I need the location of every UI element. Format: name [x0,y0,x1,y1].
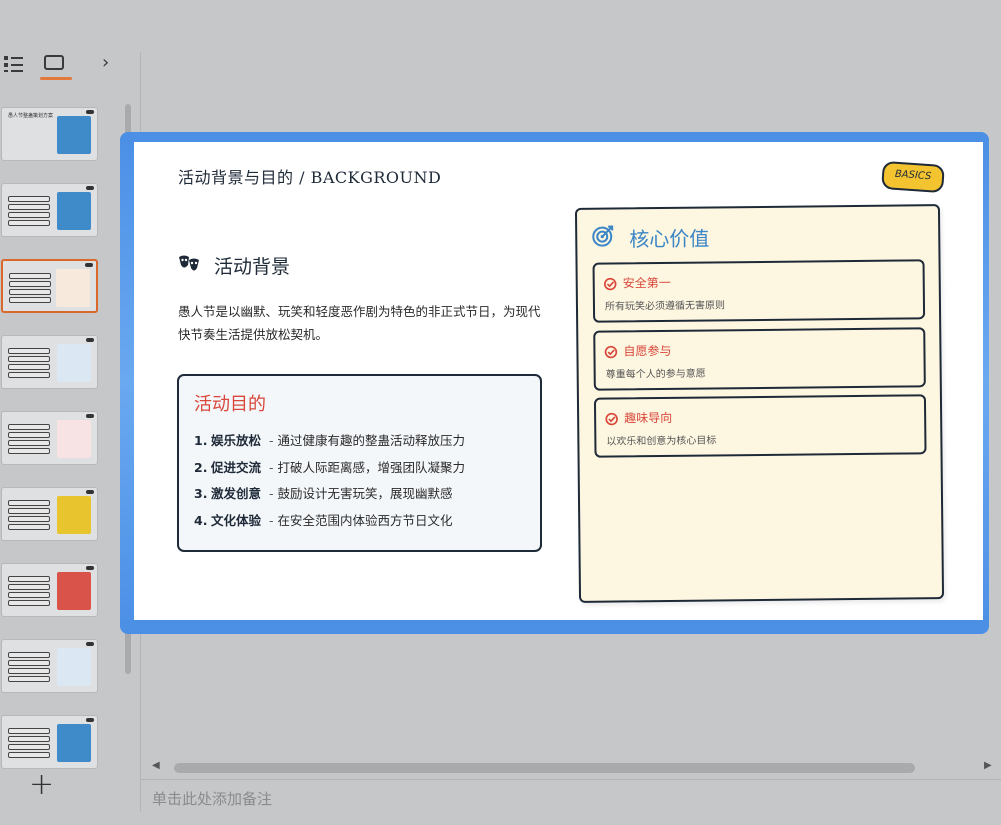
thumbnail-line [8,744,50,750]
thumbnail-line [8,212,50,218]
thumbnail-line [8,440,50,446]
background-description: 愚人节是以幽默、玩笑和轻度恶作剧为特色的非正式节日，为现代快节奏生活提供放松契机… [178,304,541,342]
thumbnail-line [9,289,51,295]
notes-divider [141,779,1001,780]
target-icon [592,225,614,247]
thumbnail-line [8,668,50,674]
list-view-icon[interactable] [4,54,26,72]
thumbnail-line [8,660,50,666]
purpose-title: 活动目的 [194,394,266,415]
thumbnail-tag [86,186,94,190]
theater-masks-icon [179,255,199,271]
thumbnail-line [8,652,50,658]
thumbnail-line [8,220,50,226]
thumbnail-card [57,572,91,610]
thumbnail-line [8,508,50,514]
slide-thumbnail-3[interactable] [1,259,98,313]
thumbnail-card [57,344,91,382]
basics-badge: BASICS [881,160,945,194]
slide-thumbnail-9[interactable] [1,715,98,769]
thumbnail-card [57,496,91,534]
thumbnail-line [9,281,51,287]
thumbnail-line [8,356,50,362]
core-values-title: 核心价值 [629,226,710,252]
check-circle-icon [604,277,617,291]
background-title: 活动背景 [214,256,291,278]
purpose-item: 3. 激发创意 - 鼓励设计无害玩笑，展现幽默感 [194,486,453,501]
thumbnail-line [8,592,50,598]
active-view-indicator [40,77,72,80]
core-value-desc: 所有玩笑必须遵循无害原则 [604,300,726,313]
slide-view-icon[interactable] [44,55,64,70]
thumbnail-card [57,192,91,230]
core-value-desc: 尊重每个人的参与意愿 [605,368,706,381]
slide-thumbnail-4[interactable] [1,335,98,389]
thumbnail-tag [86,414,94,418]
core-values-panel: 核心价值 安全第一 所有玩笑必须遵循无害原则 自愿参与 尊重每个人的参与意愿 趣… [574,204,945,603]
thumbnail-line [8,728,50,734]
thumbnail-line [8,424,50,430]
thumbnail-line [8,516,50,522]
thumbnail-tag [86,642,94,646]
thumbnail-line [8,752,50,758]
thumbnail-line [8,448,50,454]
slide-thumbnail-2[interactable] [1,183,98,237]
thumbnail-line [8,676,50,682]
core-value-title: 安全第一 [622,275,671,291]
core-value-card: 趣味导向 以欢乐和创意为核心目标 [593,394,927,458]
core-value-title: 趣味导向 [624,410,673,426]
thumbnail-card [57,724,91,762]
core-value-card: 安全第一 所有玩笑必须遵循无害原则 [592,259,926,323]
check-circle-icon [605,412,618,426]
core-value-title: 自愿参与 [623,343,672,359]
horizontal-scrollbar[interactable] [174,763,915,773]
check-circle-icon [604,345,618,359]
slide-thumbnail-8[interactable] [1,639,98,693]
thumbnail-line [8,372,50,378]
thumbnail-tag [86,110,94,114]
thumbnail-line [9,273,51,279]
purpose-item: 2. 促进交流 - 打破人际距离感，增强团队凝聚力 [194,459,466,475]
thumbnail-line [8,204,50,210]
purpose-list: 1. 娱乐放松 - 通过健康有趣的整蛊活动释放压力 2. 促进交流 - 打破人际距离感，增强… [194,428,465,534]
chevron-right-icon[interactable]: › [102,54,109,72]
purpose-box: 活动目的 1. 娱乐放松 - 通过健康有趣的整蛊活动释放压力 2. 促进交流 - 打破人际距… [177,374,542,552]
thumbnail-tag [86,718,94,722]
slide-thumbnail-1[interactable]: 愚人节整蛊策划方案 [1,107,98,161]
thumbnail-tag [86,338,94,342]
notes-input[interactable]: 单击此处添加备注 [152,788,272,809]
thumbnail-tag [85,263,93,267]
slide-thumbnail-6[interactable] [1,487,98,541]
slide-thumbnail-7[interactable] [1,563,98,617]
thumbnail-card [57,116,91,154]
add-slide-button[interactable]: + [29,770,54,800]
thumbnail-line [9,297,51,303]
thumbnail-line [8,364,50,370]
thumbnail-tag [86,566,94,570]
slide-header: 活动背景与目的 / BACKGROUND [178,168,442,187]
thumbnail-line [8,432,50,438]
thumbnail-tag [86,490,94,494]
core-value-card: 自愿参与 尊重每个人的参与意愿 [593,327,926,391]
scroll-right-arrow[interactable]: ▶ [984,760,992,771]
purpose-item: 4. 文化体验 - 在安全范围内体验西方节日文化 [194,512,453,528]
core-value-desc: 以欢乐和创意为核心目标 [606,435,717,448]
thumbnail-card [57,648,91,686]
scroll-left-arrow[interactable]: ◀ [152,760,160,771]
thumbnail-line [8,524,50,530]
thumbnail-title: 愚人节整蛊策划方案 [8,113,54,119]
thumbnail-line [8,584,50,590]
thumbnail-card [56,269,90,307]
thumbnail-line [8,576,50,582]
slide-thumbnail-5[interactable] [1,411,98,465]
thumbnail-line [8,600,50,606]
slide-canvas[interactable]: 活动背景与目的 / BACKGROUND BASICS 活动背景 愚人节是以幽默… [134,142,983,620]
purpose-item: 1. 娱乐放松 - 通过健康有趣的整蛊活动释放压力 [194,433,466,448]
thumbnail-line [8,500,50,506]
thumbnail-line [8,196,50,202]
thumbnail-line [8,736,50,742]
thumbnail-line [8,348,50,354]
thumbnail-card [57,420,91,458]
